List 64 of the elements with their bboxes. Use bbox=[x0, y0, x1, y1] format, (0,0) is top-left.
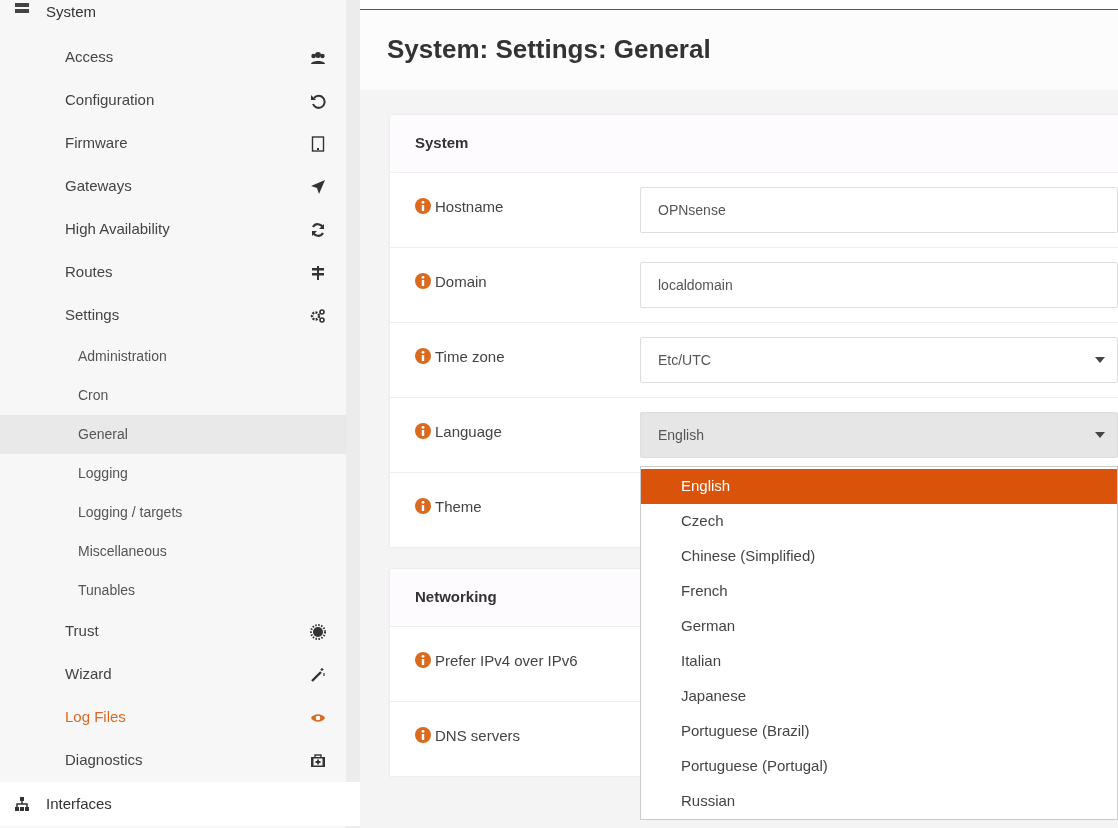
caret-icon bbox=[1095, 357, 1105, 363]
cogs-icon bbox=[310, 307, 326, 324]
sidebar-item[interactable]: Diagnostics bbox=[0, 739, 346, 782]
select-field[interactable]: English bbox=[640, 412, 1118, 458]
sidebar-subitem[interactable]: Miscellaneous bbox=[0, 532, 346, 571]
dropdown-option[interactable]: Russian bbox=[641, 784, 1117, 819]
history-icon bbox=[310, 92, 326, 109]
info-icon[interactable] bbox=[415, 198, 431, 214]
sidebar-item[interactable]: Wizard bbox=[0, 653, 346, 696]
dropdown-option[interactable]: French bbox=[641, 574, 1117, 609]
input-field[interactable]: localdomain bbox=[640, 262, 1118, 308]
page-title: System: Settings: General bbox=[387, 34, 711, 66]
sidebar-section[interactable]: Interfaces bbox=[46, 792, 112, 816]
users-icon bbox=[310, 49, 326, 66]
sidebar-item[interactable]: Firmware bbox=[0, 122, 346, 165]
info-icon[interactable] bbox=[415, 348, 431, 364]
dropdown-option[interactable]: Japanese bbox=[641, 679, 1117, 714]
info-icon[interactable] bbox=[415, 423, 431, 439]
field-label: Language bbox=[435, 422, 502, 442]
medkit-icon bbox=[310, 752, 326, 769]
location-arrow-icon bbox=[310, 178, 326, 195]
sidebar-subitem[interactable]: Logging bbox=[0, 454, 346, 493]
sidebar-item[interactable]: Access bbox=[0, 36, 346, 79]
sidebar-section[interactable]: System bbox=[46, 0, 96, 24]
certificate-icon bbox=[310, 623, 326, 640]
field-label: Time zone bbox=[435, 347, 505, 367]
sidebar-item[interactable]: Settings bbox=[0, 294, 346, 337]
select-field[interactable]: Etc/UTC bbox=[640, 337, 1118, 383]
info-icon[interactable] bbox=[415, 498, 431, 514]
sidebar-subitem[interactable]: Logging / targets bbox=[0, 493, 346, 532]
sidebar-item[interactable]: Routes bbox=[0, 251, 346, 294]
input-field[interactable]: OPNsense bbox=[640, 187, 1118, 233]
section-title: Networking bbox=[415, 587, 497, 608]
sidebar-subitem[interactable]: Tunables bbox=[0, 571, 346, 610]
info-icon[interactable] bbox=[415, 727, 431, 743]
refresh-icon bbox=[310, 221, 326, 238]
sidebar-item[interactable]: Gateways bbox=[0, 165, 346, 208]
dropdown-option[interactable]: Czech bbox=[641, 504, 1117, 539]
field-label: Domain bbox=[435, 272, 487, 292]
sidebar-subitem[interactable]: Administration bbox=[0, 337, 346, 376]
tablet-icon bbox=[310, 135, 326, 152]
sidebar-item[interactable]: Trust bbox=[0, 610, 346, 653]
info-icon[interactable] bbox=[415, 652, 431, 668]
field-label: Theme bbox=[435, 497, 482, 517]
server-icon bbox=[14, 0, 30, 16]
dropdown-option[interactable]: Portuguese (Brazil) bbox=[641, 714, 1117, 749]
caret-icon bbox=[1095, 432, 1105, 438]
sidebar-subitem[interactable]: Cron bbox=[0, 376, 346, 415]
field-label: DNS servers bbox=[435, 726, 520, 746]
dropdown-option[interactable]: Portuguese (Portugal) bbox=[641, 749, 1117, 784]
sidebar-item[interactable]: Configuration bbox=[0, 79, 346, 122]
info-icon[interactable] bbox=[415, 273, 431, 289]
magic-wand-icon bbox=[310, 666, 326, 683]
dropdown-option[interactable]: Chinese (Simplified) bbox=[641, 539, 1117, 574]
field-label: Prefer IPv4 over IPv6 bbox=[435, 651, 578, 671]
field-label: Hostname bbox=[435, 197, 504, 217]
signpost-icon bbox=[310, 264, 326, 281]
dropdown-option[interactable]: Italian bbox=[641, 644, 1117, 679]
sidebar-item[interactable]: High Availability bbox=[0, 208, 346, 251]
dropdown-option[interactable]: German bbox=[641, 609, 1117, 644]
sidebar-subitem[interactable]: General bbox=[0, 415, 346, 454]
section-title: System bbox=[415, 133, 469, 154]
sitemap-icon bbox=[14, 796, 30, 812]
dropdown-option[interactable]: English bbox=[641, 469, 1117, 504]
